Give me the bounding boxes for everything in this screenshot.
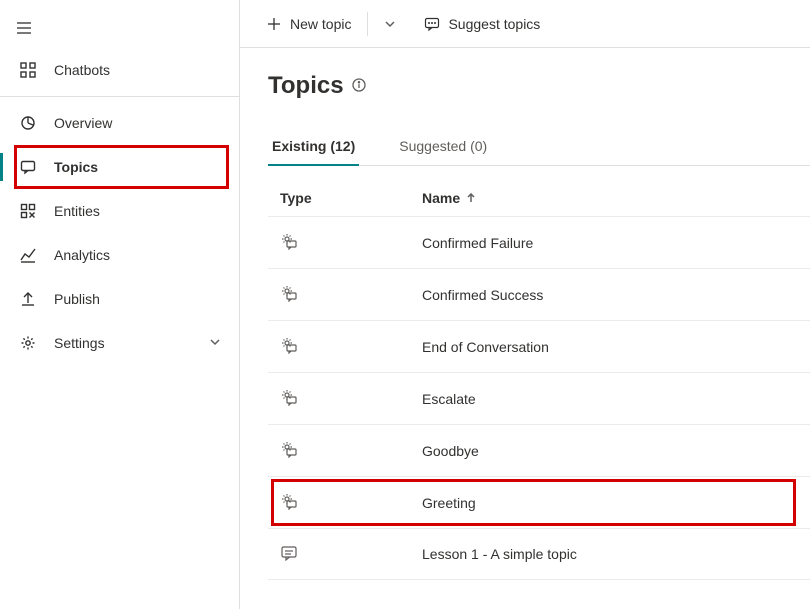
table-row[interactable]: Lesson 1 - A simple topic (268, 528, 810, 580)
divider (0, 96, 239, 97)
sidebar-item-analytics[interactable]: Analytics (0, 233, 239, 277)
table-row[interactable]: End of Conversation (268, 320, 810, 372)
system-topic-icon (280, 336, 298, 357)
cell-name: Goodbye (422, 443, 798, 459)
cell-name: Lesson 1 - A simple topic (422, 546, 798, 562)
tab-existing[interactable]: Existing (12) (268, 128, 359, 166)
tab-suggested[interactable]: Suggested (0) (395, 128, 491, 166)
sidebar-item-chatbots[interactable]: Chatbots (0, 48, 239, 92)
sidebar-item-label: Entities (54, 203, 100, 219)
page-header: Topics (268, 72, 810, 100)
sidebar-item-label: Topics (54, 159, 98, 175)
sidebar-item-settings[interactable]: Settings (0, 321, 239, 365)
column-header-name[interactable]: Name (422, 190, 476, 206)
cell-type (280, 388, 422, 409)
system-topic-icon (280, 232, 298, 253)
hamburger-icon (16, 20, 32, 36)
sidebar-item-label: Overview (54, 115, 112, 131)
overview-icon (18, 115, 38, 131)
sidebar-item-publish[interactable]: Publish (0, 277, 239, 321)
tabs: Existing (12) Suggested (0) (268, 128, 810, 166)
info-icon[interactable] (352, 78, 366, 95)
column-label: Name (422, 190, 460, 206)
content-area: Topics Existing (12) Suggested (0) Type (240, 48, 810, 609)
table-header: Type Name (268, 180, 810, 216)
system-topic-icon (280, 440, 298, 461)
sidebar-item-label: Settings (54, 335, 105, 351)
tab-label: Existing (12) (272, 138, 355, 154)
entities-icon (18, 203, 38, 219)
cell-name: Confirmed Failure (422, 235, 798, 251)
topics-table: Type Name Confirmed Failure Confirmed Suc… (268, 180, 810, 580)
system-topic-icon (280, 388, 298, 409)
page-title: Topics (268, 72, 344, 100)
topic-icon (18, 159, 38, 175)
cell-name: Greeting (422, 495, 798, 511)
highlight-box (14, 145, 229, 189)
cell-type (280, 440, 422, 461)
table-row[interactable]: Goodbye (268, 424, 810, 476)
sidebar-item-entities[interactable]: Entities (0, 189, 239, 233)
table-row[interactable]: Confirmed Success (268, 268, 810, 320)
plus-icon (266, 16, 282, 32)
column-header-type[interactable]: Type (280, 190, 422, 206)
suggest-topics-button[interactable]: Suggest topics (416, 8, 548, 40)
cell-type (280, 336, 422, 357)
user-topic-icon (280, 544, 298, 565)
cell-name: End of Conversation (422, 339, 798, 355)
tab-label: Suggested (0) (399, 138, 487, 154)
cell-type (280, 284, 422, 305)
cell-name: Confirmed Success (422, 287, 798, 303)
cell-name: Escalate (422, 391, 798, 407)
hamburger-button[interactable] (0, 8, 48, 48)
separator (367, 12, 368, 36)
analytics-icon (18, 247, 38, 263)
column-label: Type (280, 190, 312, 206)
sidebar-item-label: Analytics (54, 247, 110, 263)
table-row[interactable]: Confirmed Failure (268, 216, 810, 268)
sort-asc-icon (466, 190, 476, 206)
chevron-down-icon (384, 18, 396, 30)
button-label: Suggest topics (448, 16, 540, 32)
cell-type (280, 492, 422, 513)
sidebar-item-topics[interactable]: Topics (0, 145, 239, 189)
sidebar-item-label: Chatbots (54, 62, 110, 78)
button-label: New topic (290, 16, 351, 32)
system-topic-icon (280, 284, 298, 305)
main-area: New topic Suggest topics Topics Existing… (240, 0, 810, 609)
publish-icon (18, 291, 38, 307)
sidebar-item-label: Publish (54, 291, 100, 307)
table-row[interactable]: Greeting (268, 476, 810, 528)
sidebar: Chatbots Overview Topics Entities Analyt… (0, 0, 240, 609)
sidebar-item-overview[interactable]: Overview (0, 101, 239, 145)
suggest-icon (424, 16, 440, 32)
table-row[interactable]: Escalate (268, 372, 810, 424)
cell-type (280, 232, 422, 253)
new-topic-button[interactable]: New topic (258, 8, 359, 40)
command-bar: New topic Suggest topics (240, 0, 810, 48)
cell-type (280, 544, 422, 565)
chevron-down-icon (209, 335, 221, 351)
gear-icon (18, 335, 38, 351)
system-topic-icon (280, 492, 298, 513)
new-topic-dropdown[interactable] (376, 8, 404, 40)
grid-icon (18, 62, 38, 78)
